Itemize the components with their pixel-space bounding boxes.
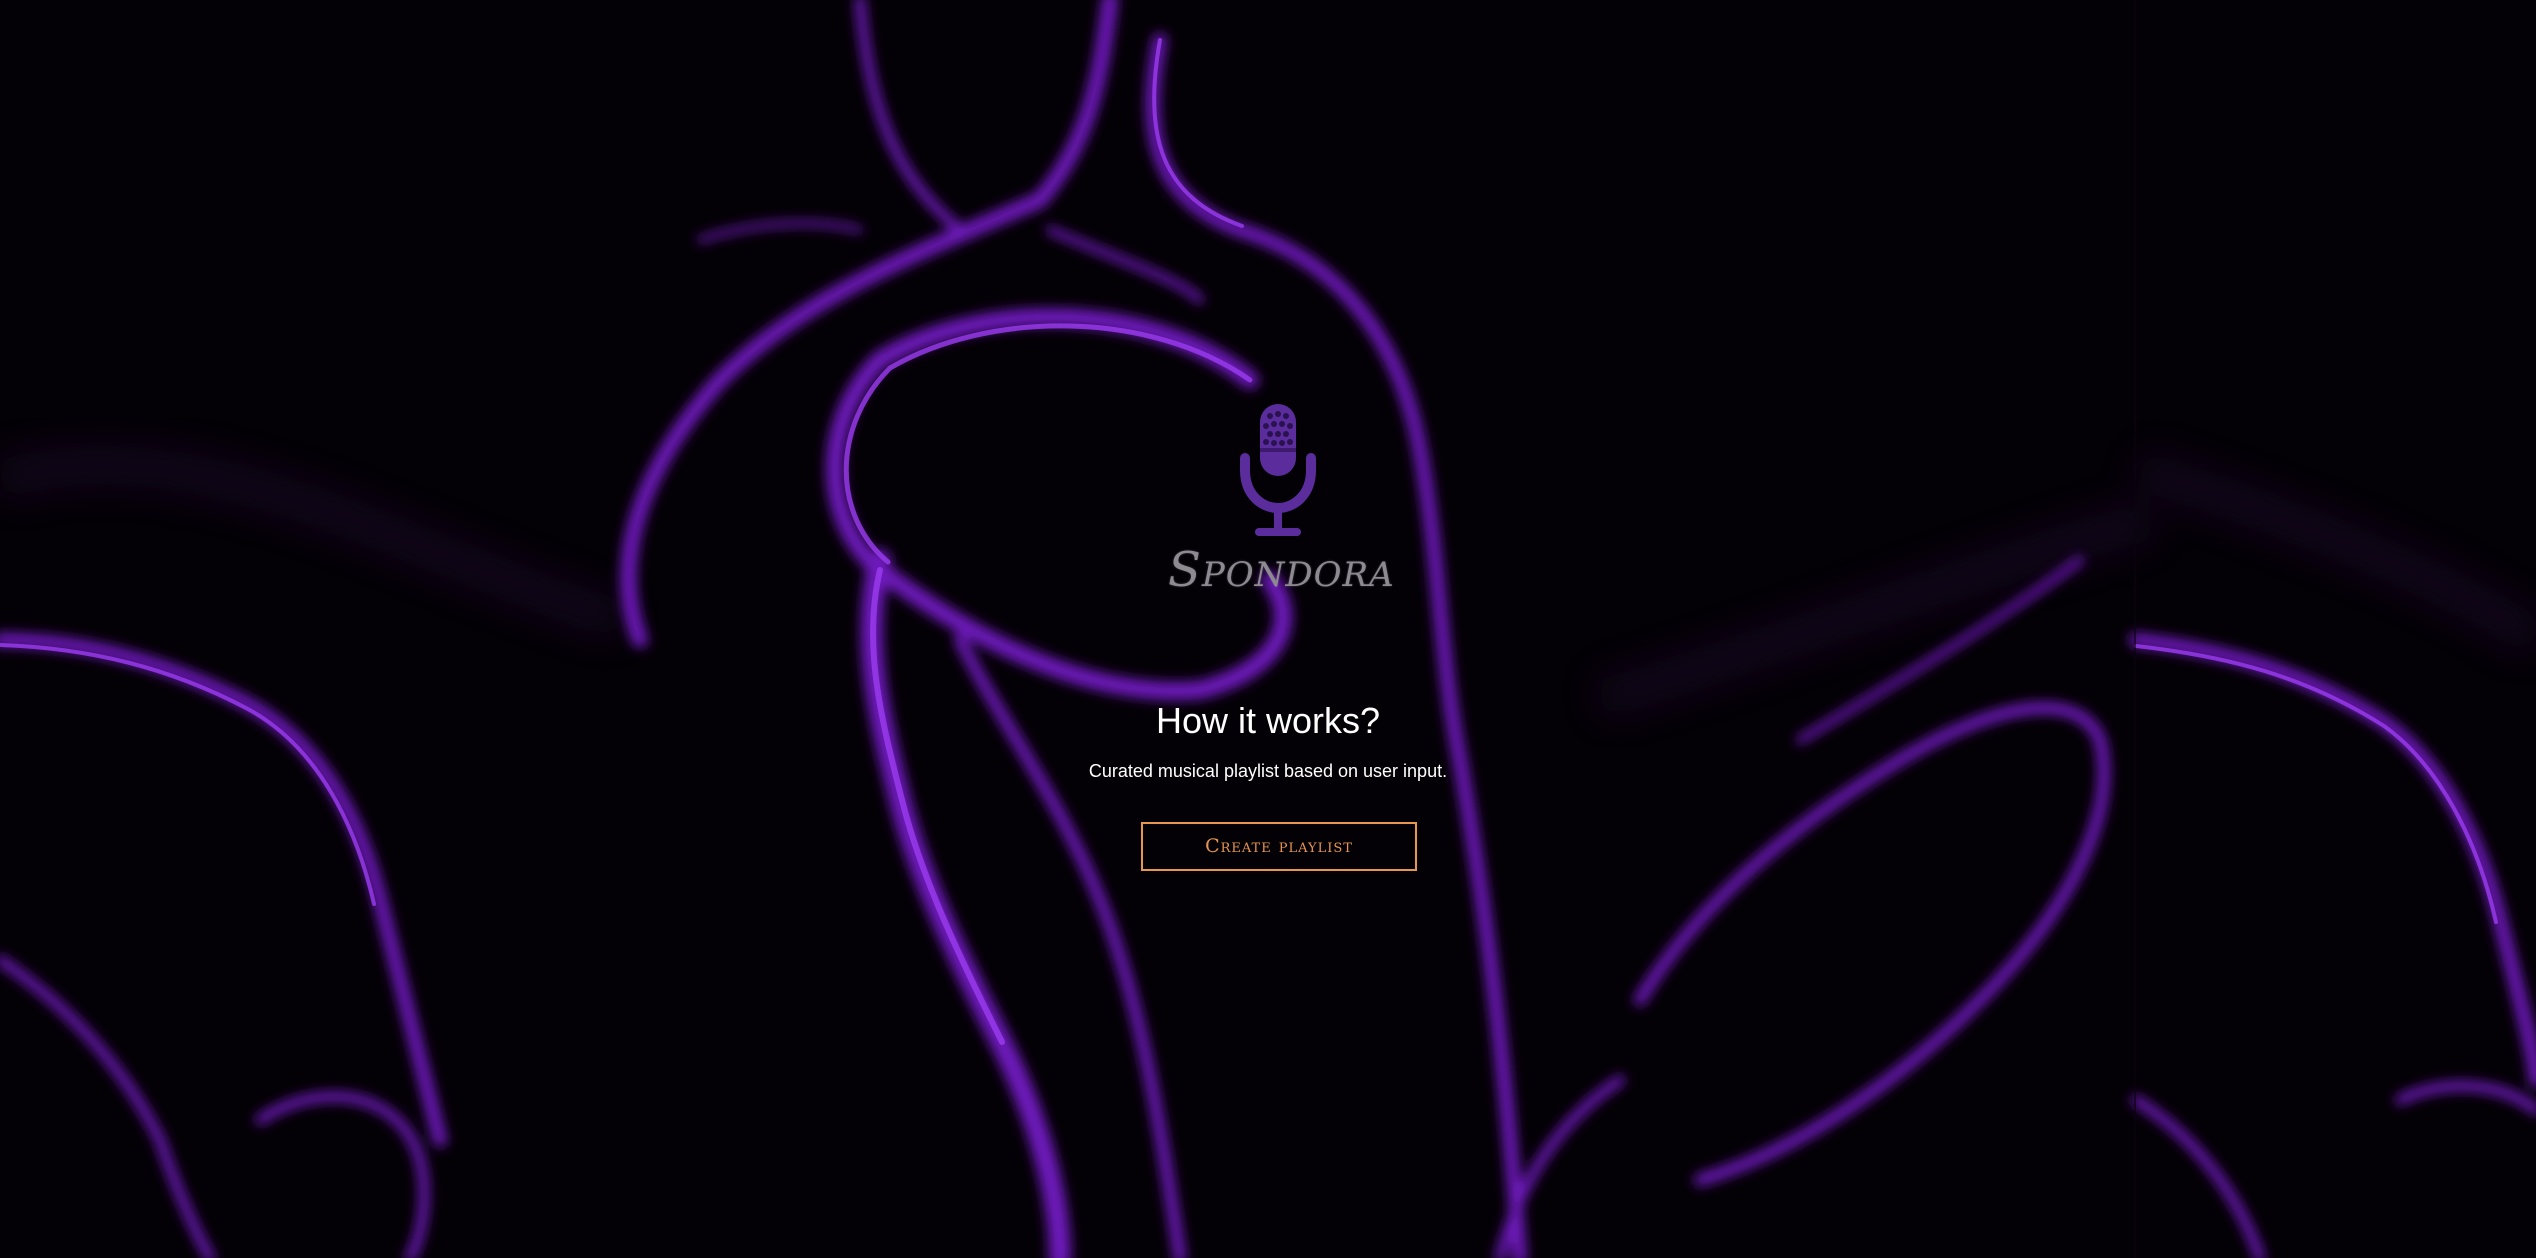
hero-subtitle: Curated musical playlist based on user i…	[1088, 761, 1448, 781]
page-title: How it works?	[1155, 700, 1381, 741]
hero-section: Spondora How it works? Curated musical p…	[0, 0, 2536, 1258]
brand-name: Spondora	[1168, 542, 1395, 598]
brand-logo[interactable]: Spondora	[1168, 400, 1395, 610]
landing-page: Spondora How it works? Curated musical p…	[0, 0, 2536, 1258]
microphone-icon	[1240, 404, 1316, 536]
create-playlist-button[interactable]: Create playlist	[1141, 822, 1417, 871]
